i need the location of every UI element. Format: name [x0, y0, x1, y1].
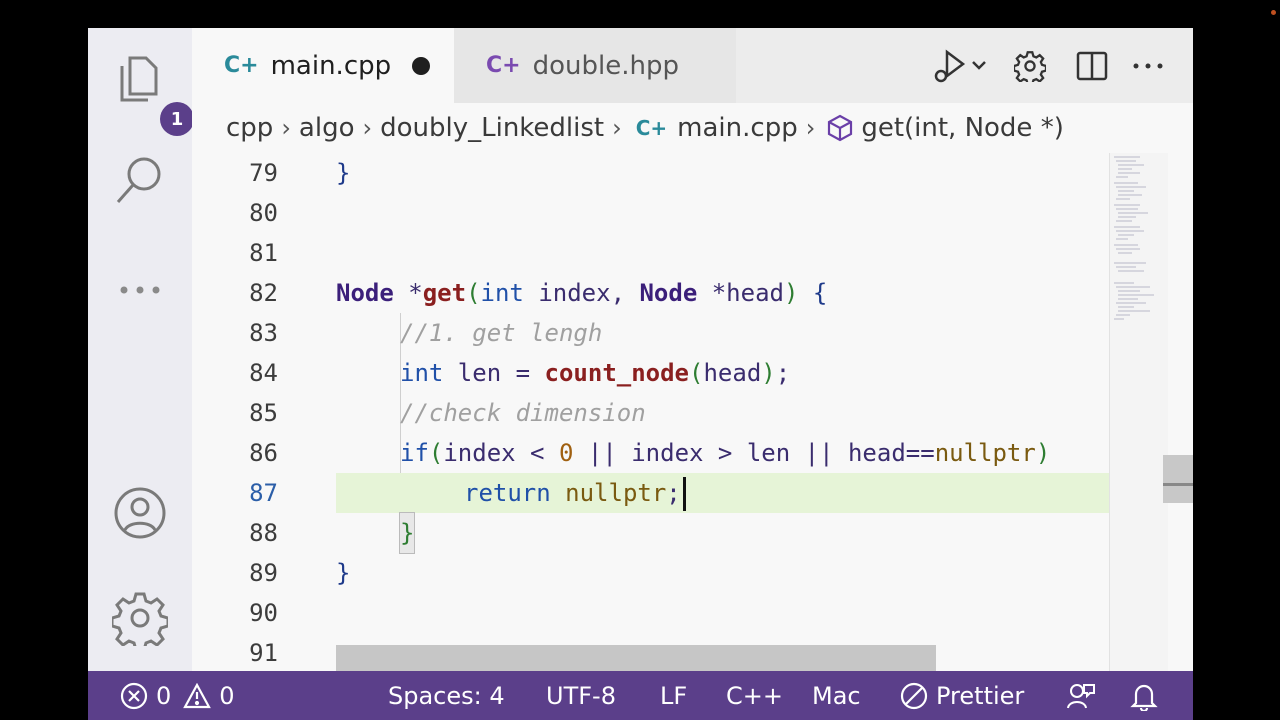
code-comment: //check dimension [400, 399, 646, 427]
code-text: Node *get(int index, Node *head) { [336, 279, 828, 307]
line-number: 88 [249, 519, 278, 547]
code-line[interactable]: 86 if(index < 0 || index > len || head==… [192, 433, 1109, 473]
code-line-current[interactable]: 87 return nullptr; [192, 473, 1109, 513]
breadcrumb-item[interactable]: main.cpp [677, 113, 798, 143]
encoding-status[interactable]: UTF-8 [546, 671, 616, 720]
line-number: 91 [249, 639, 278, 667]
code-line[interactable]: 84 int len = count_node(head); [192, 353, 1109, 393]
code-line[interactable]: 80 [192, 193, 1109, 233]
prettier-status[interactable]: Prettier [900, 671, 1024, 720]
indentation-status[interactable]: Spaces: 4 [388, 671, 505, 720]
minimap[interactable] [1109, 153, 1168, 671]
unsaved-dot-icon[interactable] [412, 56, 430, 75]
line-number: 90 [249, 599, 278, 627]
line-number: 80 [249, 199, 278, 227]
code-line[interactable]: 89 } [192, 553, 1109, 593]
code-text: if(index < 0 || index > len || head==nul… [400, 439, 1051, 467]
search-icon[interactable] [110, 150, 170, 210]
code-text: return nullptr; [464, 473, 686, 513]
breadcrumb-item[interactable]: doubly_Linkedlist [380, 113, 604, 143]
tab-main-cpp[interactable]: C+ main.cpp [192, 28, 454, 103]
recording-dot [1271, 10, 1276, 15]
current-line-highlight [336, 473, 1109, 513]
explorer-icon[interactable]: 1 [110, 50, 194, 136]
line-number: 86 [249, 439, 278, 467]
line-number: 83 [249, 319, 278, 347]
line-number: 87 [249, 479, 278, 507]
explorer-badge: 1 [160, 102, 194, 136]
breadcrumb-item[interactable]: cpp [226, 113, 273, 143]
tab-label: double.hpp [532, 50, 679, 81]
cpp-icon: C+ [486, 53, 521, 78]
split-editor-icon[interactable] [1072, 48, 1112, 84]
problems-indicator[interactable]: 0 0 [120, 671, 235, 720]
prohibited-icon [900, 682, 928, 710]
code-editor[interactable]: 79 } 80 81 82 Node *get(int index, Node … [192, 153, 1109, 671]
feedback-icon[interactable] [1066, 671, 1096, 720]
settings-gear-icon[interactable] [110, 588, 170, 648]
run-debug-icon[interactable] [922, 48, 992, 84]
chevron-right-icon: › [281, 114, 291, 142]
tab-label: main.cpp [270, 50, 392, 81]
eol-status[interactable]: LF [660, 671, 687, 720]
code-text: } [336, 159, 351, 187]
warning-icon [183, 682, 212, 709]
breadcrumb-item[interactable]: algo [299, 113, 355, 143]
text-caret [682, 477, 686, 511]
code-line[interactable]: 90 [192, 593, 1109, 633]
error-icon [120, 682, 148, 710]
chevron-right-icon: › [612, 114, 622, 142]
code-line[interactable]: 79 } [192, 153, 1109, 193]
tab-bar: C+ main.cpp C+ double.hpp [192, 28, 1193, 103]
notifications-bell-icon[interactable] [1130, 671, 1158, 720]
prettier-label: Prettier [936, 681, 1025, 710]
horizontal-scrollbar[interactable] [336, 645, 936, 671]
tab-double-hpp[interactable]: C+ double.hpp [454, 28, 736, 103]
status-bar: 0 0 Spaces: 4 UTF-8 LF C++ Mac Prettier [88, 671, 1193, 720]
code-text: int len = count_node(head); [400, 359, 791, 387]
line-number: 82 [249, 279, 278, 307]
cpp-icon: C+ [635, 116, 668, 140]
vscode-window: 1 C+ main.cpp C+ double.hpp cpp › algo ›… [88, 28, 1193, 720]
code-line[interactable]: 85 //check dimension [192, 393, 1109, 433]
activity-bar: 1 [88, 28, 194, 671]
chevron-right-icon: › [805, 114, 816, 142]
code-line[interactable]: 88 } [192, 512, 1109, 554]
code-line[interactable]: 82 Node *get(int index, Node *head) { [192, 273, 1109, 313]
code-comment: //1. get lengh [400, 319, 603, 347]
code-text: } [336, 559, 351, 587]
chevron-right-icon: › [362, 114, 373, 142]
line-number: 85 [249, 399, 278, 427]
breadcrumb-item[interactable]: get(int, Node *) [861, 113, 1064, 143]
line-number: 84 [249, 359, 278, 387]
code-line[interactable]: 81 [192, 233, 1109, 273]
code-text: } [398, 512, 416, 554]
breadcrumb: cpp › algo › doubly_Linkedlist › C+ main… [192, 103, 1193, 153]
language-mode-status[interactable]: C++ [726, 671, 783, 720]
platform-status[interactable]: Mac [812, 671, 861, 720]
account-icon[interactable] [110, 483, 170, 543]
error-count: 0 [156, 681, 172, 710]
more-actions-icon[interactable] [1128, 48, 1168, 84]
code-line[interactable]: 83 //1. get lengh [192, 313, 1109, 353]
line-number: 79 [249, 159, 278, 187]
more-icon[interactable] [110, 260, 170, 320]
vertical-scrollbar[interactable] [1163, 455, 1193, 503]
method-cube-icon [827, 114, 853, 142]
line-number: 81 [249, 239, 278, 267]
line-number: 89 [249, 559, 278, 587]
gear-icon[interactable] [1010, 48, 1050, 84]
cpp-icon: C+ [224, 53, 259, 78]
warning-count: 0 [219, 681, 235, 710]
